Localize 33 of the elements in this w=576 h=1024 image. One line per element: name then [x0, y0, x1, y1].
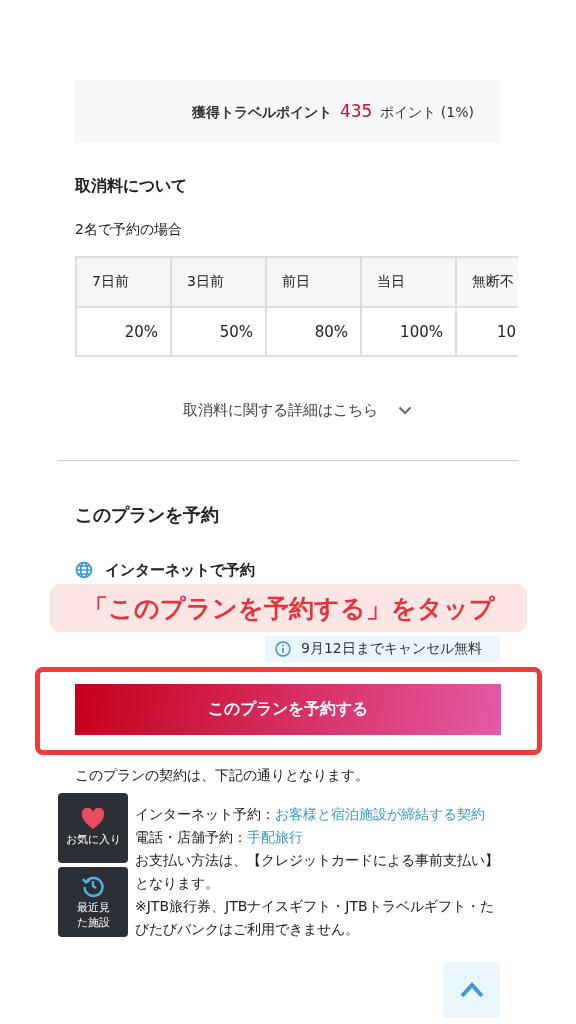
section-title: このプランを予約: [75, 503, 220, 527]
table-cell: 20%: [76, 307, 171, 356]
points-unit: ポイント (1%): [380, 104, 474, 122]
points-label: 獲得トラベルポイント: [191, 104, 332, 122]
column-header: 当日: [361, 257, 456, 307]
column-header: 無断不: [456, 257, 518, 307]
badge-text: 9月12日までキャンセル無料: [301, 640, 482, 658]
recently-viewed-button[interactable]: 最近見た施設: [58, 867, 128, 937]
table-cell: 50%: [171, 307, 266, 356]
heart-icon: [81, 808, 105, 831]
chevron-up-icon: [459, 982, 484, 998]
info-icon: [275, 641, 291, 657]
annotation-callout: 「このプランを予約する」をタップ: [50, 584, 527, 632]
booking-method: インターネットで予約: [105, 560, 255, 580]
note-text: お支払い方法は、【クレジットカードによる事前支払い】となります。: [135, 851, 500, 893]
favorites-button[interactable]: お気に入り: [58, 793, 128, 863]
chevron-down-icon: [398, 406, 412, 415]
column-header: 3日前: [171, 257, 266, 307]
table-cell: 80%: [266, 307, 361, 356]
globe-icon: [75, 561, 93, 579]
details-link[interactable]: 取消料に関する詳細はこちら: [183, 401, 378, 420]
points-value: 435: [339, 101, 373, 121]
contract-line: 電話・店舗予約：手配旅行: [135, 828, 304, 847]
section-subtitle: 2名で予約の場合: [75, 220, 183, 238]
table-cell: 100%: [361, 307, 456, 356]
note-text: ※JTB旅行券、JTBナイスギフト・JTBトラベルギフト・たびたびバンクはご利用できません。: [135, 897, 495, 939]
column-header: 7日前: [76, 257, 171, 307]
contract-intro: このプランの契約は、下記の通りとなります。: [75, 766, 370, 785]
reserve-button[interactable]: このプランを予約する: [75, 684, 501, 735]
scroll-top-button[interactable]: [443, 962, 500, 1018]
column-header: 前日: [266, 257, 361, 307]
contract-line: インターネット予約：お客様と宿泊施設が締結する契約: [135, 805, 486, 824]
section-title: 取消料について: [75, 176, 188, 196]
